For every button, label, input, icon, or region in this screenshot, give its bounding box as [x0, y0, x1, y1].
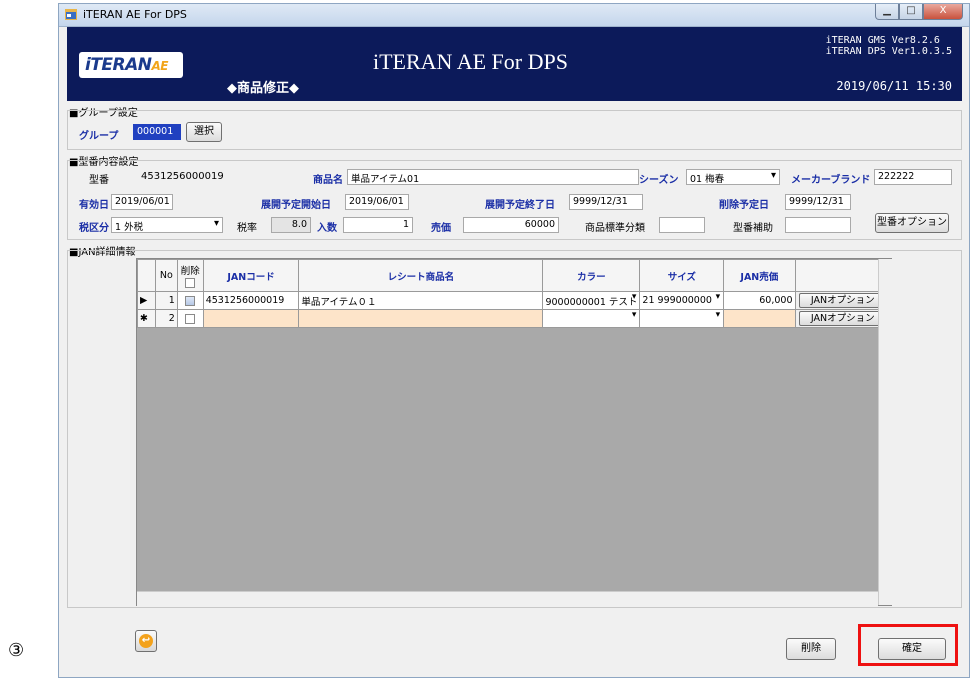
tax-class-label: 税区分	[79, 223, 109, 234]
tax-rate-label: 税率	[237, 223, 257, 234]
step-label: ③	[8, 640, 25, 661]
row-jan-code[interactable]: 4531256000019	[202, 291, 300, 310]
row-delete-checkbox[interactable]	[185, 313, 196, 324]
jan-table: No 削除 JANコード レシート商品名 カラー サイズ JAN売価 ▶ 1 4…	[137, 259, 891, 328]
screen-name: ◆商品修正◆	[227, 81, 299, 96]
model-no-value: 4531256000019	[141, 171, 224, 182]
row-jan-price[interactable]: 60,000	[723, 291, 796, 310]
app-header: iTERANAE iTERAN AE For DPS ◆商品修正◆ iTERAN…	[67, 27, 962, 101]
chevron-down-icon: ▾	[631, 310, 637, 321]
tax-class-select[interactable]: 1 外税	[111, 217, 223, 233]
row-jan-code[interactable]	[202, 309, 300, 328]
header-receipt-name: レシート商品名	[298, 259, 544, 292]
header-rowhdr	[137, 259, 156, 292]
delete-all-checkbox[interactable]	[185, 277, 196, 288]
row-receipt-name[interactable]	[298, 309, 544, 328]
row-jan-price[interactable]	[723, 309, 796, 328]
header-size: サイズ	[639, 259, 725, 292]
header-jan-price: JAN売価	[723, 259, 796, 292]
product-name-input[interactable]: 単品アイテム01	[347, 169, 639, 185]
row-receipt-name[interactable]: 単品アイテム０１	[298, 291, 544, 310]
delete-button[interactable]: 削除	[786, 638, 836, 660]
highlight-box	[858, 624, 958, 666]
deploy-start-input[interactable]: 2019/06/01	[345, 194, 409, 210]
row-option-cell: JANオプション	[794, 291, 891, 310]
close-button[interactable]: X	[923, 4, 963, 20]
jan-grid: No 削除 JANコード レシート商品名 カラー サイズ JAN売価 ▶ 1 4…	[136, 258, 893, 606]
price-label: 売価	[431, 223, 451, 234]
app-icon	[65, 9, 77, 20]
chevron-down-icon: ▾	[715, 310, 721, 321]
select-button[interactable]: 選択	[186, 122, 222, 142]
delete-date-label: 削除予定日	[719, 200, 769, 211]
window-controls: ▁ □ X	[875, 4, 963, 22]
header-color: カラー	[542, 259, 641, 292]
table-row[interactable]: ▶ 1 4531256000019 単品アイテム０１ 9000000001 テス…	[137, 291, 891, 310]
row-marker: ✱	[137, 309, 156, 328]
season-label: シーズン	[639, 175, 679, 186]
group-label: グループ	[79, 131, 119, 142]
jan-option-button[interactable]: JANオプション	[798, 311, 887, 326]
maker-brand-label: メーカーブランド	[791, 175, 871, 186]
row-color-select[interactable]: 9000000001 テスト ▾	[542, 291, 641, 310]
row-marker: ▶	[137, 291, 156, 310]
season-select[interactable]: 01 梅春	[686, 169, 780, 185]
row-no: 2	[154, 309, 178, 328]
valid-day-input[interactable]: 2019/06/01	[111, 194, 173, 210]
logo: iTERANAE	[79, 52, 183, 78]
delete-date-input[interactable]: 9999/12/31	[785, 194, 851, 210]
table-row[interactable]: ✱ 2 ▾ ▾ JANオプション	[137, 309, 891, 328]
row-delete-cell	[176, 309, 204, 328]
jan-option-button[interactable]: JANオプション	[798, 293, 887, 308]
product-name-label: 商品名	[313, 175, 343, 186]
app-title: iTERAN AE For DPS	[373, 49, 568, 74]
jan-table-header: No 削除 JANコード レシート商品名 カラー サイズ JAN売価	[137, 259, 891, 292]
deploy-end-label: 展開予定終了日	[485, 200, 555, 211]
row-color-select[interactable]: ▾	[542, 309, 641, 328]
row-delete-checkbox[interactable]	[185, 295, 196, 306]
app-window: iTERAN AE For DPS ▁ □ X iTERANAE iTERAN …	[58, 3, 970, 678]
row-option-cell: JANオプション	[794, 309, 891, 328]
datetime: 2019/06/11 15:30	[836, 79, 952, 93]
maximize-button[interactable]: □	[899, 4, 923, 20]
minimize-button[interactable]: ▁	[875, 4, 899, 20]
row-size-select[interactable]: 21 999000000 ▾	[639, 291, 725, 310]
price-input[interactable]: 60000	[463, 217, 559, 233]
logo-text: iTERAN	[85, 55, 152, 75]
row-size-value: 21 999000000	[642, 295, 712, 306]
title-bar: iTERAN AE For DPS ▁ □ X	[59, 4, 969, 27]
tax-rate-value: 8.0	[271, 217, 311, 233]
chevron-down-icon: ▾	[715, 292, 721, 303]
product-std-label: 商品標準分類	[585, 223, 645, 234]
deploy-start-label: 展開予定開始日	[261, 200, 331, 211]
header-delete: 削除	[176, 259, 204, 292]
quantity-label: 入数	[317, 223, 337, 234]
row-size-select[interactable]: ▾	[639, 309, 725, 328]
deploy-end-input[interactable]: 9999/12/31	[569, 194, 643, 210]
row-color-value: 9000000001 テスト	[545, 296, 638, 308]
logo-suffix: AE	[151, 59, 169, 73]
header-delete-label: 削除	[180, 266, 200, 277]
model-aux-input[interactable]	[785, 217, 851, 233]
model-no-label: 型番	[89, 175, 109, 186]
model-aux-label: 型番補助	[733, 223, 773, 234]
product-std-input[interactable]	[659, 217, 705, 233]
row-no: 1	[154, 291, 178, 310]
window-title: iTERAN AE For DPS	[83, 8, 187, 21]
version-info: iTERAN GMS Ver8.2.6 iTERAN DPS Ver1.0.3.…	[825, 35, 952, 57]
header-jan-code: JANコード	[202, 259, 300, 292]
vertical-scrollbar[interactable]	[878, 259, 893, 605]
horizontal-scrollbar[interactable]	[137, 591, 878, 606]
valid-day-label: 有効日	[79, 200, 109, 211]
maker-brand-input[interactable]: 222222	[874, 169, 952, 185]
header-no: No	[154, 259, 178, 292]
group-input[interactable]: 000001	[133, 124, 181, 140]
model-option-button[interactable]: 型番オプション	[875, 213, 949, 233]
chevron-down-icon: ▾	[631, 292, 637, 303]
quantity-input[interactable]: 1	[343, 217, 413, 233]
header-option	[794, 259, 891, 292]
row-delete-cell	[176, 291, 204, 310]
back-arrow-icon: ↩	[139, 634, 153, 648]
back-button[interactable]: ↩	[135, 630, 157, 652]
